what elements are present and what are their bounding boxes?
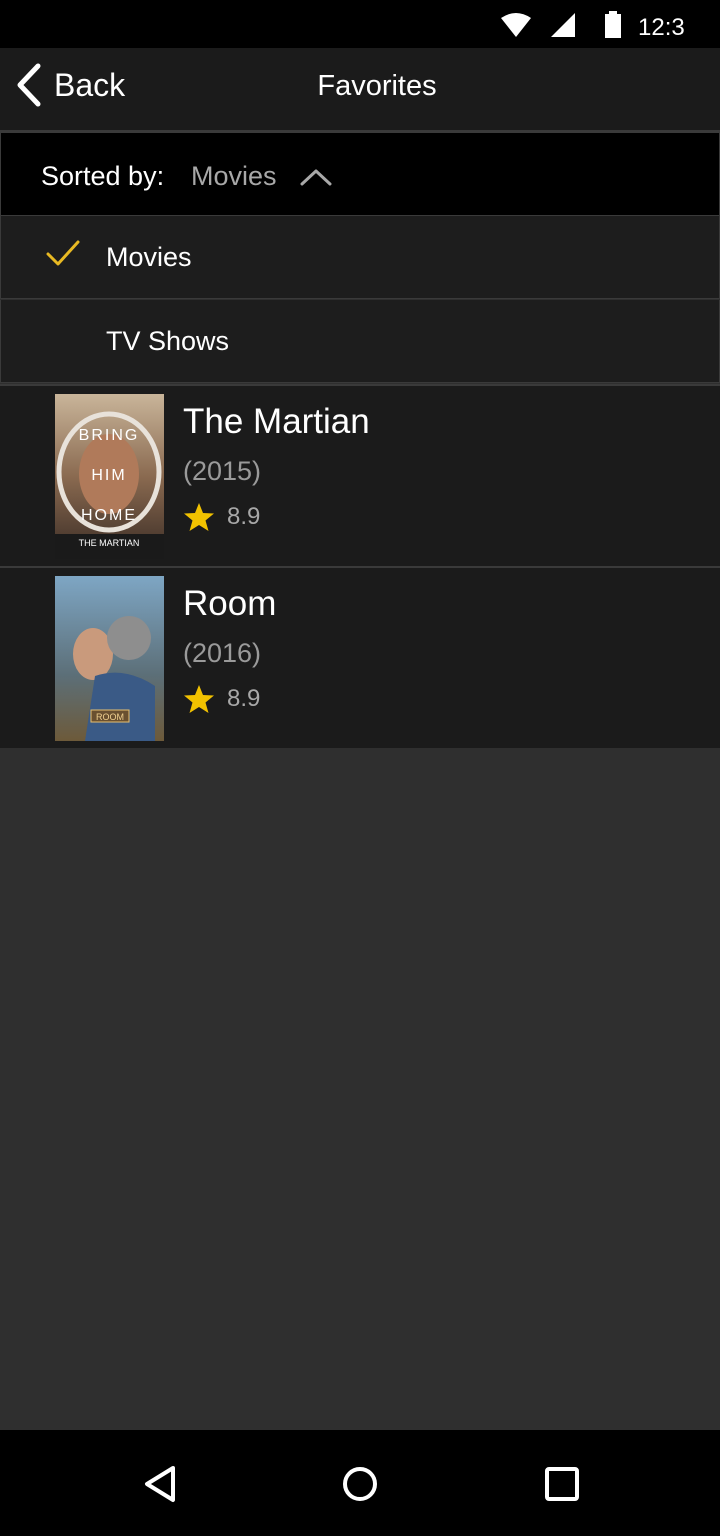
poster-text: BRING <box>79 427 140 444</box>
battery-icon <box>605 11 621 38</box>
movie-title: Room <box>183 584 277 623</box>
star-icon <box>184 503 214 531</box>
recents-square-icon <box>545 1467 579 1501</box>
movie-title: The Martian <box>183 402 370 441</box>
cell-signal-icon <box>551 13 575 37</box>
list-item[interactable]: ROOM Room (2016) 8.9 <box>0 566 720 748</box>
system-navigation-bar <box>0 1430 720 1536</box>
system-back-button[interactable] <box>130 1454 190 1514</box>
sort-value: Movies <box>191 161 277 191</box>
movie-rating: 8.9 <box>183 502 260 532</box>
sort-option-tv-shows[interactable]: TV Shows <box>0 300 720 383</box>
list-item[interactable]: BRING HIM HOME THE MARTIAN The Martian (… <box>0 384 720 566</box>
movie-rating: 8.9 <box>183 684 260 714</box>
wifi-icon <box>501 13 531 37</box>
checkmark-icon <box>46 240 80 266</box>
sort-label: Sorted by: <box>41 161 165 191</box>
status-bar: 12:30 <box>0 0 720 73</box>
movie-poster: BRING HIM HOME THE MARTIAN <box>55 394 164 559</box>
page-title: Favorites <box>317 70 437 102</box>
poster-text: THE MARTIAN <box>79 538 140 548</box>
movie-year: (2015) <box>183 456 262 486</box>
poster-text: HOME <box>81 507 137 524</box>
chevron-up-icon <box>300 169 332 186</box>
rating-value: 8.9 <box>227 685 261 712</box>
poster-text: ROOM <box>96 712 124 722</box>
system-recents-button[interactable] <box>532 1454 592 1514</box>
poster-text: HIM <box>91 467 126 484</box>
home-circle-icon <box>343 1467 377 1501</box>
sort-option-movies[interactable]: Movies <box>0 216 720 299</box>
top-app-bar: Back Favorites <box>0 48 720 132</box>
movie-year: (2016) <box>183 638 262 668</box>
rating-value: 8.9 <box>227 503 261 530</box>
back-triangle-icon <box>145 1466 175 1502</box>
system-home-button[interactable] <box>330 1454 390 1514</box>
movie-poster: ROOM <box>55 576 164 741</box>
sort-option-label: Movies <box>106 242 192 272</box>
sort-dropdown[interactable]: Sorted by: Movies <box>0 132 720 216</box>
sort-option-label: TV Shows <box>106 326 230 356</box>
star-icon <box>184 685 214 713</box>
